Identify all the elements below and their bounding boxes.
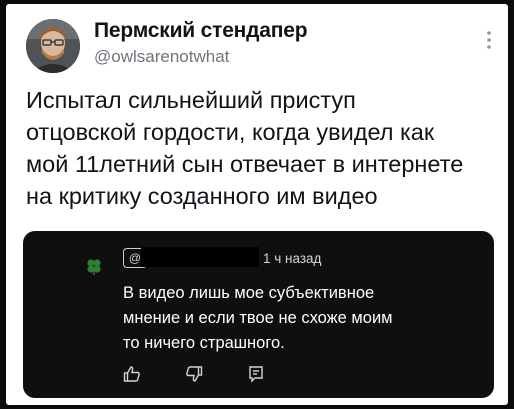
tweet-text-line: мой 11летний сын отвечает в интернете xyxy=(26,151,464,177)
comment-body: В видео лишь мое субъективное мнение и е… xyxy=(123,281,483,356)
comment-body-line: то ничего страшного. xyxy=(123,334,285,352)
thumbs-up-icon[interactable] xyxy=(123,365,141,383)
avatar-photo-icon xyxy=(26,19,80,73)
author-display-name[interactable]: Пермский стендапер xyxy=(94,19,308,43)
comment-time: 1 ч назад xyxy=(263,251,322,266)
author-handle[interactable]: @owlsarenotwhat xyxy=(94,47,229,67)
thumbs-down-icon[interactable] xyxy=(185,365,203,383)
comment-body-line: мнение и если твое не схоже моим xyxy=(123,309,393,327)
more-vertical-icon[interactable] xyxy=(486,30,492,50)
censor-bar xyxy=(141,247,259,267)
tweet-text-line: Испытал сильнейший приступ xyxy=(26,87,356,113)
tweet-text: Испытал сильнейший приступ отцовской гор… xyxy=(26,84,496,212)
comment-body-line: В видео лишь мое субъективное xyxy=(123,284,375,302)
clover-avatar-icon xyxy=(85,257,103,275)
tweet-text-line: на критику созданного им видео xyxy=(26,183,378,209)
tweet-text-line: отцовской гордости, когда увидел как xyxy=(26,119,435,145)
author-avatar[interactable] xyxy=(26,19,80,73)
tweet-card: Пермский стендапер @owlsarenotwhat Испыт… xyxy=(6,4,508,405)
reply-icon[interactable] xyxy=(247,365,265,383)
embedded-comment-screenshot[interactable]: @ 1 ч назад В видео лишь мое субъективно… xyxy=(23,231,494,398)
